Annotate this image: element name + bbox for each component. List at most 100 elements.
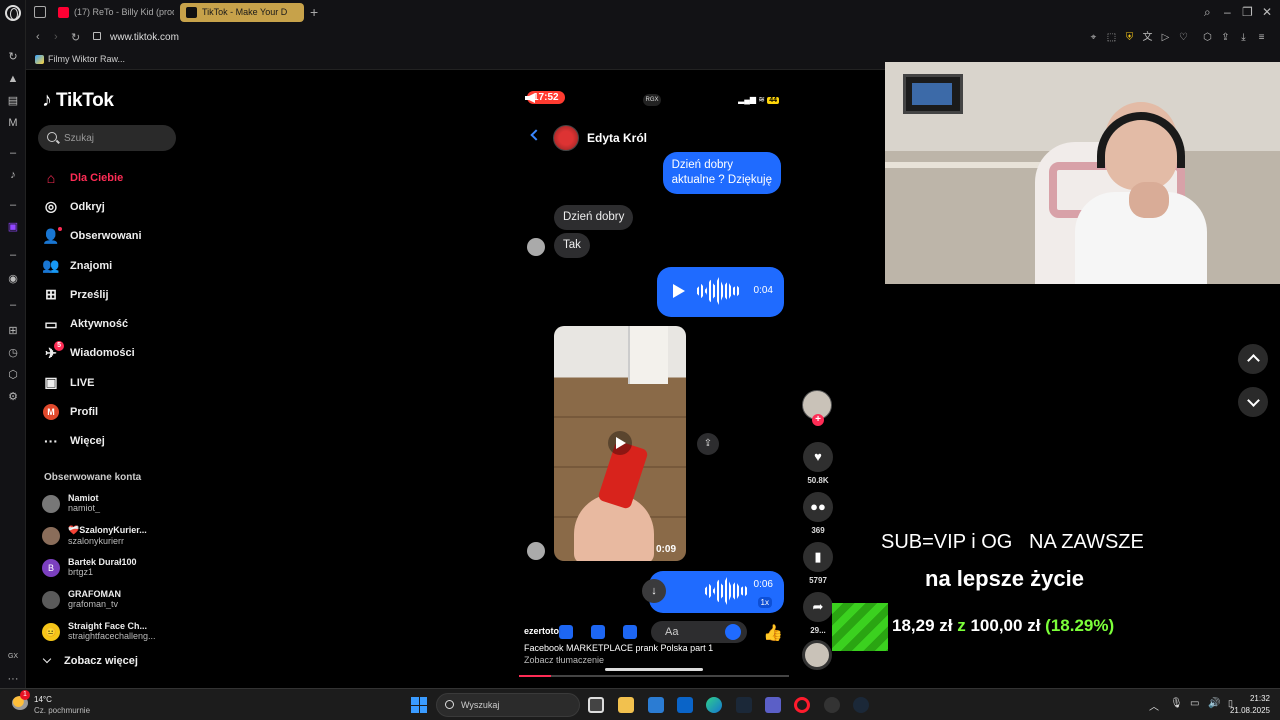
download-icon[interactable]: ⤓	[1238, 32, 1249, 43]
next-video-button[interactable]	[1238, 387, 1268, 417]
following-item[interactable]: Namiot namiot_	[42, 489, 182, 521]
translate-link[interactable]: Zobacz tłumaczenie	[524, 655, 604, 665]
divider-icon: –	[9, 199, 17, 211]
follow-plus-icon[interactable]: +	[812, 414, 824, 426]
forward-icon[interactable]: ›	[54, 31, 58, 43]
steam-app-icon[interactable]	[853, 697, 869, 713]
twitch-icon[interactable]: ▣	[6, 220, 20, 234]
video-player[interactable]: 17:52 RGX ▂▄▆ ≋ 44 Edyta Król Dzień dobr…	[519, 85, 789, 687]
see-more-button[interactable]: Zobacz więcej	[42, 654, 138, 667]
nav-profile[interactable]: M Profil	[42, 397, 142, 426]
more-icon[interactable]: ···	[6, 672, 20, 686]
aria-icon[interactable]: ▲	[6, 72, 20, 86]
music-disc[interactable]	[802, 640, 832, 670]
following-item[interactable]: ❤️‍🩹SzalonyKurier... szalonykurierr	[42, 521, 182, 553]
url-field[interactable]: www.tiktok.com	[110, 32, 179, 43]
share-button[interactable]: ➦ 29...	[802, 592, 834, 638]
settings-icon[interactable]: ⚙	[6, 390, 20, 404]
menu-icon[interactable]: ≡	[1256, 32, 1267, 43]
divider-icon: –	[9, 299, 17, 311]
translate-icon[interactable]: 文	[1142, 32, 1153, 43]
save-button[interactable]: ▮ 5797	[802, 542, 834, 588]
bookmark-item[interactable]: Filmy Wiktor Raw...	[35, 54, 125, 64]
tiktok-sidebar-icon[interactable]: ♪	[6, 168, 20, 182]
store-icon[interactable]	[648, 697, 664, 713]
new-tab-button[interactable]: +	[310, 4, 318, 20]
adblock-icon[interactable]: ⛨	[1124, 32, 1135, 43]
edge-icon[interactable]	[706, 697, 722, 713]
taskbar-search[interactable]: Wyszukaj	[436, 693, 580, 717]
extensions-icon[interactable]: ⬡	[6, 368, 20, 382]
following-item[interactable]: 😐 Straight Face Ch... straightfacechalle…	[42, 617, 182, 649]
tab-tiktok[interactable]: TikTok - Make Your D	[180, 3, 304, 22]
outlook-icon[interactable]	[677, 697, 693, 713]
steam-icon[interactable]	[736, 697, 752, 713]
messenger-icon[interactable]: M	[6, 116, 20, 130]
search-tabs-icon[interactable]: ⌕	[1204, 5, 1211, 20]
back-icon[interactable]: ‹	[36, 31, 40, 43]
tab-youtube[interactable]: (17) ReTo - Billy Kid (prod	[52, 3, 174, 22]
mic-icon[interactable]: 🎙	[1170, 698, 1183, 709]
voice-message: 0:06 1x	[649, 571, 784, 613]
nav-explore[interactable]: ◎ Odkryj	[42, 192, 142, 221]
sender-avatar	[527, 542, 545, 560]
video-progress[interactable]	[519, 675, 789, 677]
like-button[interactable]: ♥ 50.8K	[802, 442, 834, 488]
nav-label: Odkryj	[70, 200, 105, 213]
nav-upload[interactable]: ⊞ Prześlij	[42, 280, 142, 309]
apps-icon[interactable]: ⊞	[6, 324, 20, 338]
gx-icon[interactable]: GX	[6, 650, 20, 664]
windows-start-icon[interactable]	[411, 697, 427, 713]
system-clock[interactable]: 21:32 21.08.2025	[1230, 693, 1270, 717]
following-item[interactable]: GRAFOMAN grafoman_tv	[42, 585, 182, 617]
pin-icon[interactable]: ⌖	[1088, 32, 1099, 43]
previous-video-button[interactable]	[1238, 344, 1268, 374]
nav-label: Dla Ciebie	[70, 171, 124, 184]
search-box[interactable]	[38, 125, 176, 151]
goal-amount: 18,29 zł z 100,00 zł (18.29%)	[892, 616, 1114, 636]
comment-button[interactable]: ●● 369	[802, 492, 834, 538]
workspaces-icon[interactable]	[34, 6, 46, 18]
extensions-icon[interactable]: ⬡	[1202, 32, 1213, 43]
following-item[interactable]: B Bartek Durał100 brtgz1	[42, 553, 182, 585]
close-button[interactable]: ✕	[1262, 5, 1272, 19]
nav-following[interactable]: 👤 Obserwowani	[42, 222, 142, 251]
nav-more[interactable]: ··· Więcej	[42, 427, 142, 456]
nav-for-you[interactable]: ⌂ Dla Ciebie	[42, 163, 142, 192]
nav-activity[interactable]: ▭ Aktywność	[42, 309, 142, 338]
tiktok-logo[interactable]: ♪ TikTok	[42, 89, 114, 112]
player-icon[interactable]: ◉	[6, 272, 20, 286]
network-icon[interactable]: ▭	[1190, 698, 1199, 709]
minimize-button[interactable]: –	[1224, 5, 1231, 19]
task-view-icon[interactable]	[588, 697, 604, 713]
opera-gx-icon[interactable]	[794, 697, 810, 713]
nav-friends[interactable]: 👥 Znajomi	[42, 251, 142, 280]
clock-date: 21.08.2025	[1229, 706, 1270, 715]
volume-icon[interactable]: 🔊	[1208, 698, 1220, 709]
teams-icon[interactable]	[765, 697, 781, 713]
account-username: szalonykurierr	[68, 536, 125, 546]
share-icon[interactable]: ⇪	[1220, 32, 1231, 43]
video-author[interactable]: ezertoto	[524, 626, 559, 636]
history-icon[interactable]: ↻	[6, 50, 20, 64]
obs-icon[interactable]	[824, 697, 840, 713]
play-icon[interactable]: ▷	[1160, 32, 1171, 43]
creator-avatar[interactable]: +	[802, 390, 832, 426]
waveform-icon	[705, 577, 749, 605]
maximize-button[interactable]: ❐	[1242, 5, 1253, 19]
snapshot-icon[interactable]: ⬚	[1106, 32, 1117, 43]
search-icon	[445, 700, 454, 709]
nav-messages[interactable]: ✈ 5 Wiadomości	[42, 339, 142, 368]
wallet-icon[interactable]: ▤	[6, 94, 20, 108]
heart-icon[interactable]: ♡	[1178, 32, 1189, 43]
reload-icon[interactable]: ↻	[71, 31, 80, 44]
divider-icon: –	[9, 249, 17, 261]
file-explorer-icon[interactable]	[618, 697, 634, 713]
search-input[interactable]	[64, 130, 169, 146]
opera-logo-icon[interactable]	[5, 5, 21, 21]
tray-chevron-icon[interactable]: ︿	[1149, 698, 1159, 713]
clock-icon[interactable]: ◷	[6, 346, 20, 360]
nav-label: Profil	[70, 406, 99, 419]
goal-target: 100,00 zł	[970, 616, 1041, 635]
nav-live[interactable]: ▣ LIVE	[42, 368, 142, 397]
